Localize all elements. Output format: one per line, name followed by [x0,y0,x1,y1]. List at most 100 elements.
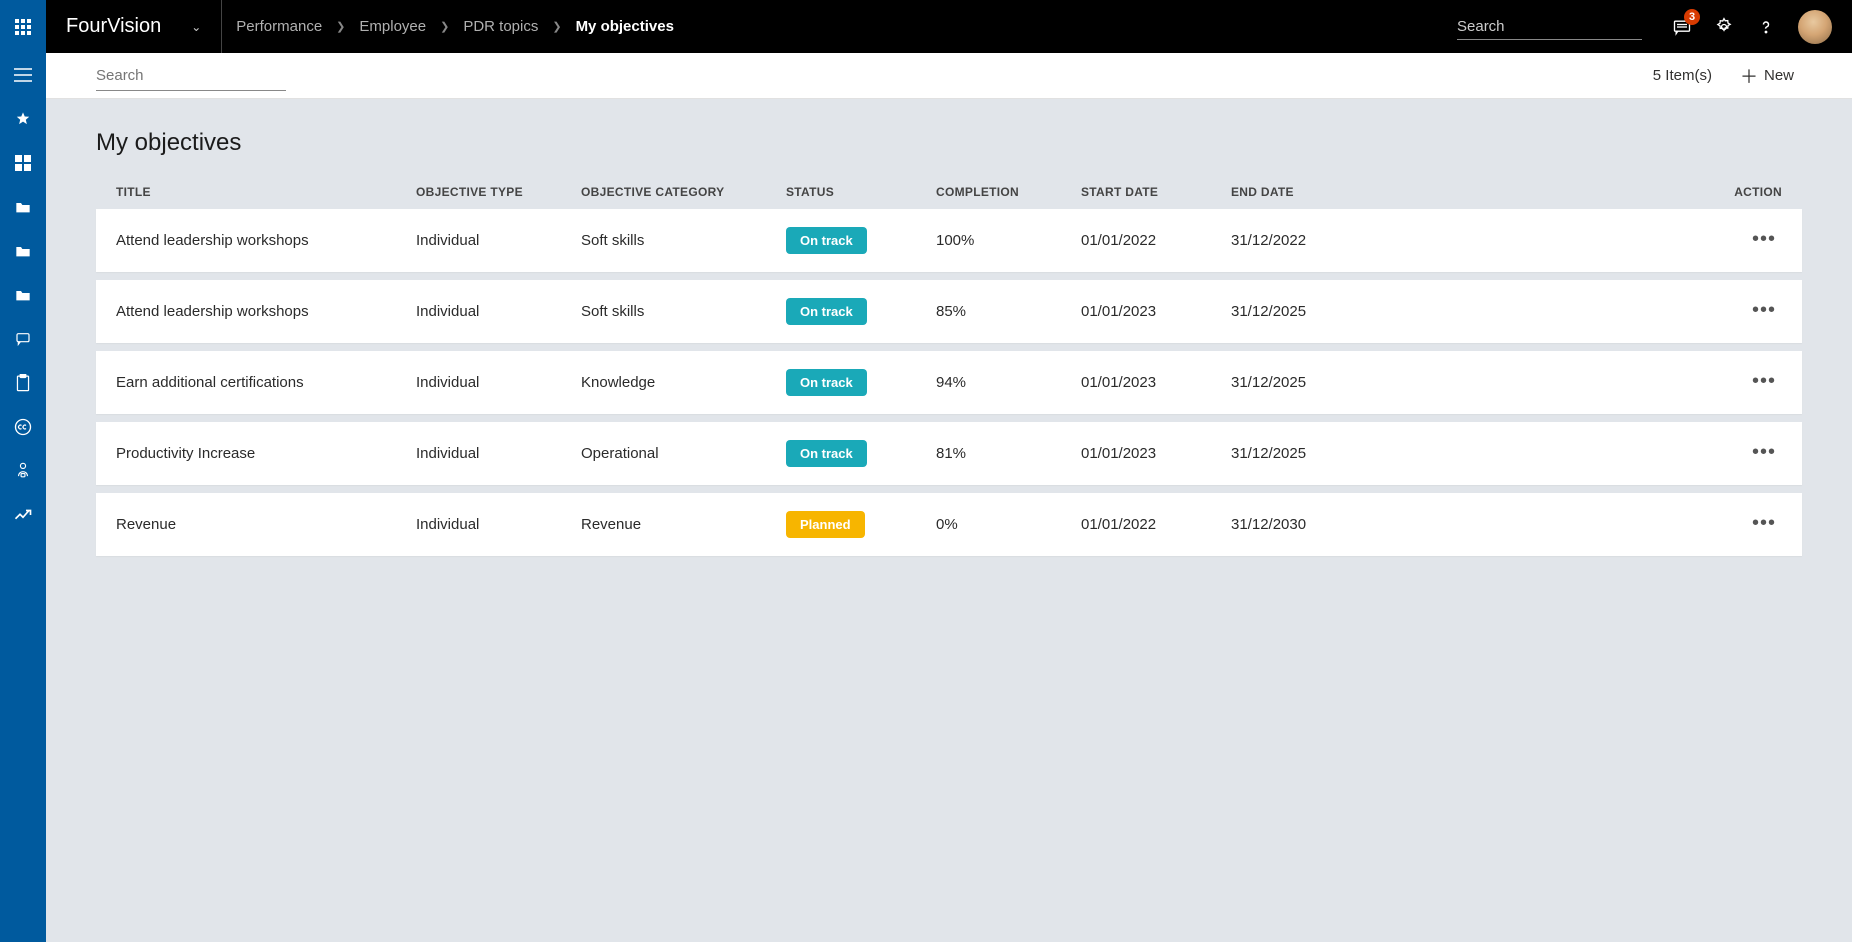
hamburger-icon [14,68,32,82]
row-actions-button[interactable]: ••• [1752,370,1782,392]
cell-title: Revenue [116,516,416,533]
cell-category: Soft skills [581,303,786,320]
table-row[interactable]: RevenueIndividualRevenuePlanned0%01/01/2… [96,493,1802,556]
cell-start: 01/01/2023 [1081,445,1231,462]
nav-permissions[interactable] [0,449,46,493]
breadcrumb-item[interactable]: PDR topics [463,18,538,35]
row-actions-button[interactable]: ••• [1752,299,1782,321]
trend-icon [14,509,32,521]
col-header-title[interactable]: TITLE [116,185,416,199]
col-header-completion[interactable]: COMPLETION [936,185,1081,199]
cell-completion: 81% [936,445,1081,462]
star-icon [15,111,31,127]
cell-status: On track [786,369,936,396]
help-button[interactable] [1756,17,1776,37]
cell-category: Revenue [581,516,786,533]
row-actions-button[interactable]: ••• [1752,512,1782,534]
chevron-down-icon: ⌄ [191,20,201,34]
status-badge: On track [786,227,867,254]
cell-end: 31/12/2025 [1231,445,1441,462]
table-row[interactable]: Attend leadership workshopsIndividualSof… [96,280,1802,343]
cell-action: ••• [1441,303,1782,320]
col-header-start[interactable]: START DATE [1081,185,1231,199]
nav-favorites[interactable] [0,97,46,141]
cell-type: Individual [416,303,581,320]
waffle-icon [15,19,31,35]
chevron-right-icon: ❯ [336,20,345,33]
cell-title: Attend leadership workshops [116,303,416,320]
nav-toggle[interactable] [0,53,46,97]
nav-cc[interactable] [0,405,46,449]
table-row[interactable]: Attend leadership workshopsIndividualSof… [96,209,1802,272]
objectives-grid: TITLE OBJECTIVE TYPE OBJECTIVE CATEGORY … [96,175,1802,556]
item-count: 5 Item(s) [1653,67,1712,84]
col-header-action: ACTION [1441,185,1782,199]
nav-folder-2[interactable] [0,229,46,273]
cc-icon [14,418,32,436]
global-search[interactable]: Search [1457,14,1642,40]
user-avatar[interactable] [1798,10,1832,44]
cell-end: 31/12/2030 [1231,516,1441,533]
cell-completion: 85% [936,303,1081,320]
cell-type: Individual [416,232,581,249]
app-launcher[interactable] [0,0,46,53]
person-lock-icon [15,462,31,480]
brand-name: FourVision [66,15,161,38]
nav-clipboard[interactable] [0,361,46,405]
chevron-right-icon: ❯ [440,20,449,33]
help-icon [1756,17,1776,37]
cell-action: ••• [1441,232,1782,249]
table-row[interactable]: Productivity IncreaseIndividualOperation… [96,422,1802,485]
cell-completion: 0% [936,516,1081,533]
cell-title: Productivity Increase [116,445,416,462]
cell-completion: 94% [936,374,1081,391]
nav-folder-3[interactable] [0,273,46,317]
breadcrumb-current: My objectives [576,18,674,35]
content-search-input[interactable] [96,61,286,91]
nav-dashboard[interactable] [0,141,46,185]
status-badge: On track [786,440,867,467]
notifications-button[interactable]: 3 [1672,17,1692,37]
nav-chat[interactable] [0,317,46,361]
cell-end: 31/12/2022 [1231,232,1441,249]
folder-icon [15,244,31,258]
gear-icon [1714,17,1734,37]
nav-folder-1[interactable] [0,185,46,229]
brand-menu[interactable]: FourVision ⌄ [46,0,222,53]
tiles-icon [15,155,31,171]
grid-header: TITLE OBJECTIVE TYPE OBJECTIVE CATEGORY … [96,175,1802,209]
row-actions-button[interactable]: ••• [1752,441,1782,463]
top-bar: FourVision ⌄ Performance ❯ Employee ❯ PD… [0,0,1852,53]
breadcrumb-item[interactable]: Employee [359,18,426,35]
status-badge: Planned [786,511,865,538]
folder-icon [15,200,31,214]
cell-start: 01/01/2022 [1081,232,1231,249]
cell-action: ••• [1441,374,1782,391]
col-header-status[interactable]: STATUS [786,185,936,199]
col-header-type[interactable]: OBJECTIVE TYPE [416,185,581,199]
cell-status: On track [786,227,936,254]
cell-title: Earn additional certifications [116,374,416,391]
notification-badge: 3 [1684,9,1700,25]
cell-action: ••• [1441,445,1782,462]
cell-end: 31/12/2025 [1231,303,1441,320]
cell-title: Attend leadership workshops [116,232,416,249]
breadcrumb-item[interactable]: Performance [236,18,322,35]
cell-status: On track [786,298,936,325]
row-actions-button[interactable]: ••• [1752,228,1782,250]
status-badge: On track [786,298,867,325]
cell-type: Individual [416,374,581,391]
cell-completion: 100% [936,232,1081,249]
nav-trends[interactable] [0,493,46,537]
cell-category: Soft skills [581,232,786,249]
col-header-category[interactable]: OBJECTIVE CATEGORY [581,185,786,199]
table-row[interactable]: Earn additional certificationsIndividual… [96,351,1802,414]
cell-status: On track [786,440,936,467]
new-button[interactable]: ＋ New [1732,59,1802,93]
side-nav [0,53,46,942]
cell-action: ••• [1441,516,1782,533]
content-toolbar: 5 Item(s) ＋ New [46,53,1852,99]
settings-button[interactable] [1714,17,1734,37]
col-header-end[interactable]: END DATE [1231,185,1441,199]
cell-start: 01/01/2023 [1081,303,1231,320]
